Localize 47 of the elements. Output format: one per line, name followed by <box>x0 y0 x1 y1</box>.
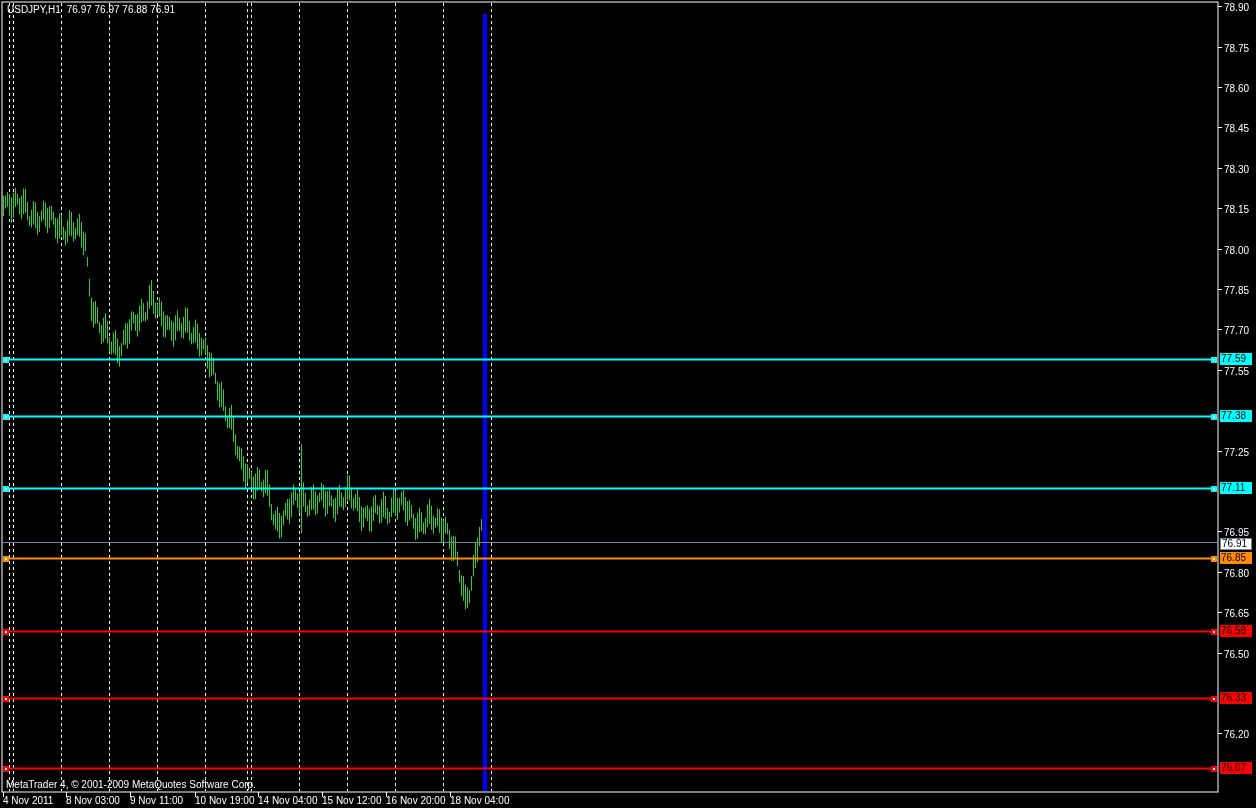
line-handle-icon[interactable] <box>1211 696 1217 702</box>
price-axis-label: 76.50 <box>1224 649 1250 660</box>
price-axis-label: 78.00 <box>1224 245 1250 256</box>
price-axis-label: 77.25 <box>1224 447 1250 458</box>
time-axis-label: 10 Nov 19:00 <box>195 795 255 807</box>
price-axis-label: 76.20 <box>1224 729 1250 740</box>
line-handle-icon[interactable] <box>3 629 9 635</box>
price-axis-label: 77.55 <box>1224 366 1250 377</box>
price-level-label: 76.85 <box>1220 552 1252 564</box>
price-axis-label: 76.80 <box>1224 568 1250 579</box>
time-axis-label: 16 Nov 20:00 <box>386 795 446 807</box>
line-handle-icon[interactable] <box>3 357 9 363</box>
price-axis-label: 78.90 <box>1224 2 1250 13</box>
line-handle-icon[interactable] <box>3 766 9 772</box>
time-axis-label: 8 Nov 03:00 <box>66 795 120 807</box>
line-handle-icon[interactable] <box>1211 486 1217 492</box>
line-handle-icon[interactable] <box>1211 766 1217 772</box>
time-axis-label: 14 Nov 04:00 <box>258 795 318 807</box>
price-level-label: 77.38 <box>1220 410 1252 422</box>
price-level-label: 76.58 <box>1220 625 1252 637</box>
price-axis-label: 78.30 <box>1224 164 1250 175</box>
time-axis-label: 18 Nov 04:00 <box>450 795 510 807</box>
price-level-label: 76.33 <box>1220 692 1252 704</box>
symbol-timeframe-label: USDJPY,H1 <box>7 4 61 16</box>
price-axis-label: 77.70 <box>1224 325 1250 336</box>
line-handle-icon[interactable] <box>1211 414 1217 420</box>
price-level-label: 76.91 <box>1220 538 1252 550</box>
price-level-label: 77.59 <box>1220 353 1252 365</box>
line-handle-icon[interactable] <box>3 556 9 562</box>
line-handle-icon[interactable] <box>1211 556 1217 562</box>
price-level-label: 76.07 <box>1220 762 1252 774</box>
price-axis-label: 76.65 <box>1224 608 1250 619</box>
price-axis-label: 76.95 <box>1224 527 1250 538</box>
price-axis-label: 77.85 <box>1224 285 1250 296</box>
line-handle-icon[interactable] <box>1211 357 1217 363</box>
line-handle-icon[interactable] <box>3 696 9 702</box>
line-handle-icon[interactable] <box>1211 629 1217 635</box>
price-axis-label: 78.15 <box>1224 204 1250 215</box>
time-axis-label: 15 Nov 12:00 <box>322 795 382 807</box>
price-axis-label: 78.75 <box>1224 43 1250 54</box>
time-axis-label: 4 Nov 2011 <box>3 795 54 807</box>
price-axis-label: 78.45 <box>1224 123 1250 134</box>
price-axis-label: 78.60 <box>1224 83 1250 94</box>
line-handle-icon[interactable] <box>3 414 9 420</box>
line-handle-icon[interactable] <box>3 486 9 492</box>
price-level-label: 77.11 <box>1220 482 1252 494</box>
time-axis-label: 9 Nov 11:00 <box>130 795 184 807</box>
